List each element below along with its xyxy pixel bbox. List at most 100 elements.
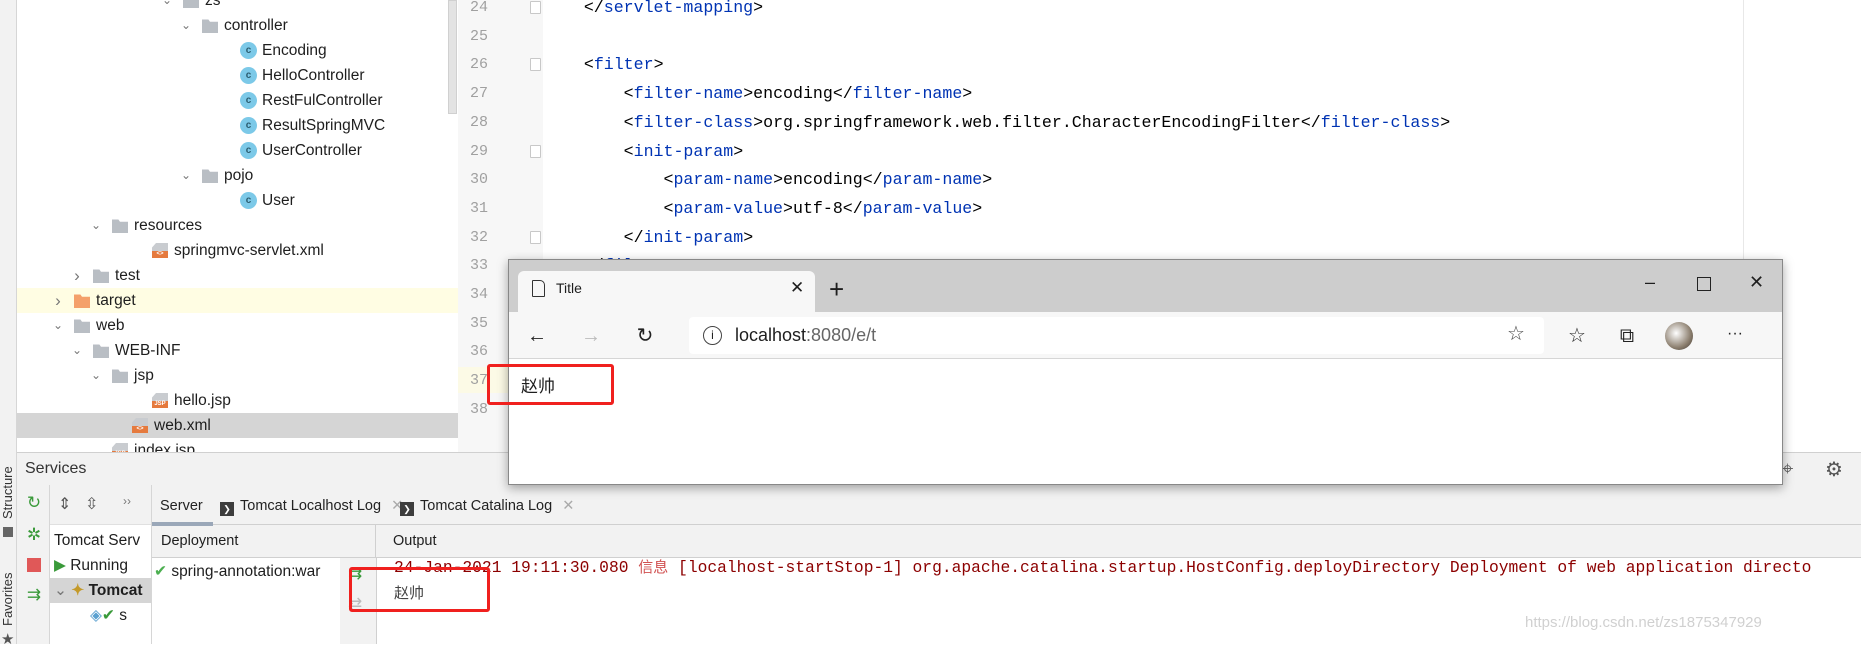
minimize-icon[interactable]: – [1645,272,1655,293]
tree-scrollbar[interactable] [448,0,457,114]
tree-item[interactable]: c Encoding [17,38,458,63]
tab-tomcat-catalina-log[interactable]: ❯ Tomcat Catalina Log ✕ [400,489,574,525]
tree-item[interactable]: <> web.xml [17,413,458,438]
info-icon[interactable]: i [703,326,722,345]
more-options-icon[interactable]: ··· [1721,320,1749,348]
structure-tab[interactable]: Structure [0,463,17,523]
tree-item[interactable]: › test [17,263,458,288]
tree-item-label: hello.jsp [174,392,231,409]
check-icon: ✔ [101,607,115,624]
fold-marker-icon[interactable] [530,58,541,72]
tree-item-label: jsp [134,367,154,384]
tree-item[interactable]: c RestFulController [17,88,458,113]
add-favorite-icon[interactable]: ☆ [1507,321,1525,346]
tree-item[interactable]: › target [17,288,458,313]
chevron-down-icon[interactable]: ⌄ [90,363,102,388]
fold-marker-icon[interactable] [530,1,541,14]
favorites-tab[interactable]: Favorites [0,567,17,631]
web-folder-icon [74,319,90,333]
close-tab-icon[interactable]: ✕ [790,278,804,298]
chevron-down-icon[interactable]: ⌄ [161,0,173,13]
close-icon[interactable]: ✕ [562,498,574,514]
chevron-right-icon[interactable]: › [71,263,83,288]
line-number: 26 [469,56,488,74]
chevron-down-icon[interactable]: ⌄ [180,13,192,38]
column-headers: Deployment Output [152,525,1861,558]
class-icon: c [240,42,257,59]
output-console[interactable]: 24-Jan-2021 19:11:30.080 信息 [localhost-s… [376,558,1861,644]
avatar[interactable] [1665,322,1693,350]
tab-label: Tomcat Localhost Log [240,498,382,514]
tree-item[interactable]: ⌄ controller [17,13,458,38]
collapse-all-icon[interactable]: ⇳ [85,494,98,514]
expand-all-icon[interactable]: ⇕ [58,494,71,514]
page-icon [532,280,545,297]
tree-item[interactable]: ⌄ jsp [17,363,458,388]
maximize-icon[interactable] [1697,277,1711,291]
tree-item[interactable]: <> springmvc-servlet.xml [17,238,458,263]
fold-marker-icon[interactable] [530,230,541,244]
code-line: </init-param> [623,227,754,247]
browser-tab[interactable]: Title ✕ [518,271,815,312]
back-icon[interactable]: ← [523,322,551,350]
folder-icon [202,19,218,33]
log-icon: ❯ [400,502,414,516]
target-icon[interactable]: ⌖ [1782,458,1793,481]
new-tab-icon[interactable]: + [829,274,844,305]
stop-icon[interactable] [27,558,41,572]
fold-marker-icon[interactable] [530,144,541,158]
tree-item[interactable]: c HelloController [17,63,458,88]
more-icon[interactable]: ›› [123,494,131,508]
tree-item[interactable]: JSP index.jsp [17,438,458,452]
highlight-box-browser [487,364,614,405]
tab-tomcat-localhost-log[interactable]: ❯ Tomcat Localhost Log ✕ [220,489,403,525]
favorites-icon[interactable]: ☆ [1563,322,1591,350]
running-node[interactable]: ▶ Running [50,553,151,578]
deployment-label: spring-annotation:war [171,563,321,580]
run-icon: ▶ [54,557,71,574]
folder-icon [93,344,109,358]
code-line: <filter> [583,55,664,75]
line-number: 30 [469,171,488,189]
jsp-file-icon: JSP [112,443,128,452]
forward-icon[interactable]: → [577,322,605,350]
chevron-down-icon[interactable]: ⌄ [90,213,102,238]
refresh-icon[interactable]: ↻ [631,322,659,350]
address-bar[interactable]: i localhost:8080/e/t ☆ [689,317,1544,354]
tree-item[interactable]: c UserController [17,138,458,163]
tree-item[interactable]: c User [17,188,458,213]
tree-item[interactable]: ⌄ web [17,313,458,338]
deploy-icon[interactable]: ⇉ [24,585,44,605]
chevron-down-icon: ⌄ [54,582,72,599]
rerun-icon[interactable]: ↻ [24,493,44,513]
tree-item[interactable]: ⌄ zs [17,0,458,13]
line-number: 27 [469,85,488,103]
chevron-down-icon[interactable]: ⌄ [71,338,83,363]
gear-icon[interactable]: ⚙ [1825,457,1843,482]
chevron-down-icon[interactable]: ⌄ [180,163,192,188]
folder-icon [202,169,218,183]
tree-item[interactable]: ⌄ resources [17,213,458,238]
class-icon: c [240,92,257,109]
artifact-node[interactable]: ◈✔ s [50,603,151,628]
tomcat-server-node[interactable]: Tomcat Serv [50,528,151,553]
tree-item-label: springmvc-servlet.xml [174,242,324,259]
collections-icon[interactable]: ⧉ [1613,322,1641,350]
tab-server[interactable]: Server [160,489,203,525]
tree-item[interactable]: JSP hello.jsp [17,388,458,413]
jsp-file-icon: JSP [152,393,168,408]
debug-icon[interactable]: ✲ [24,525,44,545]
browser-tab-bar: Title ✕ + – ✕ [509,260,1782,312]
tree-item-label: WEB-INF [115,342,181,359]
code-line: <param-value>utf-8</param-value> [663,198,983,218]
tree-item[interactable]: ⌄ pojo [17,163,458,188]
chevron-down-icon[interactable]: ⌄ [52,313,64,338]
tree-item[interactable]: c ResultSpringMVC [17,113,458,138]
close-window-icon[interactable]: ✕ [1749,272,1764,293]
structure-icon [3,527,13,537]
deployment-item[interactable]: ✔ spring-annotation:war [154,562,340,581]
chevron-right-icon[interactable]: › [52,288,64,313]
tomcat-node[interactable]: ⌄ ✦ Tomcat [50,578,151,603]
tree-item[interactable]: ⌄ WEB-INF [17,338,458,363]
class-icon: c [240,142,257,159]
